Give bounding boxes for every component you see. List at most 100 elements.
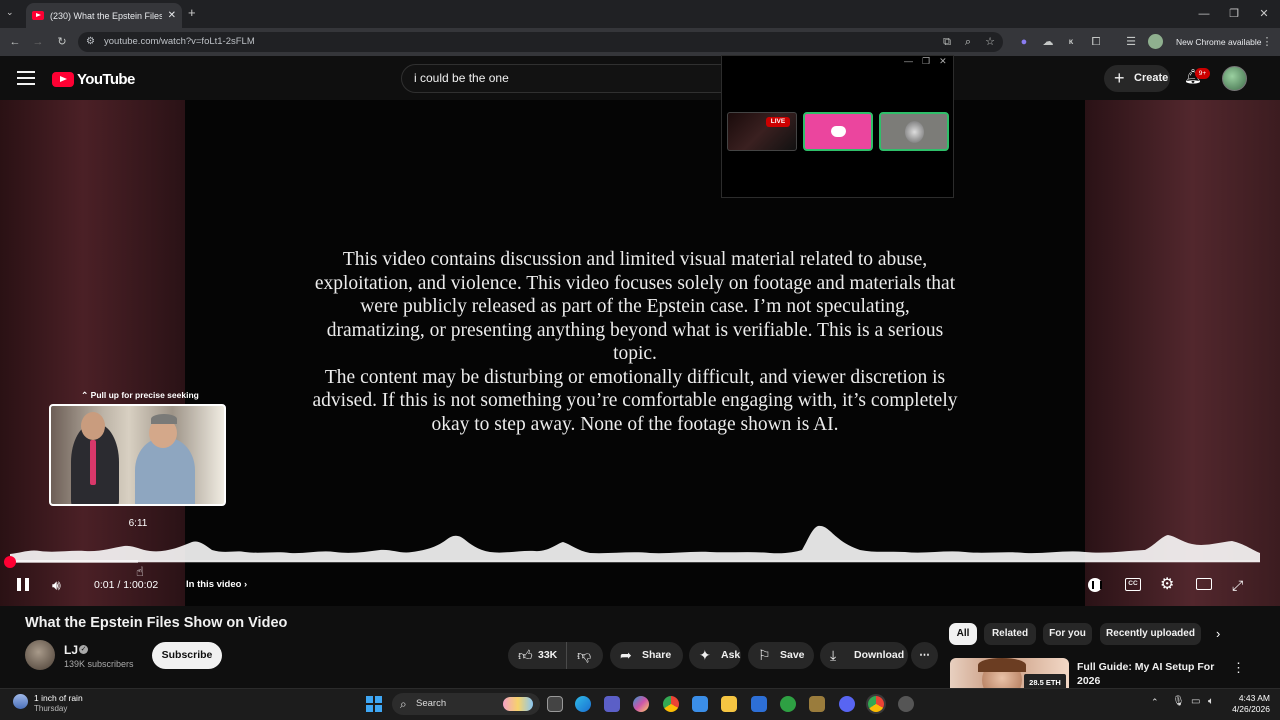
tab-title: (230) What the Epstein Files Show on Vid… [50, 10, 162, 21]
more-actions-button[interactable]: ⋯ [911, 642, 938, 669]
volume-icon[interactable]: 🔊︎ [52, 576, 72, 594]
dislike-button[interactable]: 👎︎ [566, 642, 603, 669]
chip-recently-uploaded[interactable]: Recently uploaded [1100, 623, 1201, 645]
clock-time[interactable]: 4:43 AM [1230, 693, 1270, 703]
extension-letter-icon[interactable]: ĸ [1062, 33, 1080, 51]
weather-summary[interactable]: 1 inch of rain [34, 693, 83, 703]
user-tile[interactable] [879, 112, 949, 151]
chrome-icon[interactable] [663, 696, 679, 712]
task-view-icon[interactable] [547, 696, 563, 712]
discord-tile[interactable] [803, 112, 873, 151]
progress-scrubber[interactable] [4, 556, 16, 568]
share-button[interactable]: ➦ Share [610, 642, 683, 669]
settings-gear-icon[interactable]: ⚙ [1160, 576, 1174, 594]
captions-icon[interactable]: CC [1125, 578, 1141, 591]
browser-tab[interactable]: (230) What the Epstein Files Show on Vid… [26, 3, 182, 28]
search-highlight-icon [503, 697, 533, 711]
extension-cloud-icon[interactable]: ☁ [1039, 33, 1057, 51]
app-c-icon[interactable] [751, 696, 767, 712]
profile-avatar[interactable] [1148, 34, 1163, 49]
like-button[interactable]: 👍︎ 33K [508, 642, 566, 669]
bookmark-star-icon[interactable]: ☆ [981, 33, 999, 51]
extensions-puzzle-icon[interactable]: ⧠ [1087, 33, 1105, 51]
seek-preview-thumbnail [49, 404, 226, 506]
weather-rain-icon[interactable] [13, 694, 28, 709]
maximize-icon[interactable]: ❐ [1220, 4, 1248, 24]
progress-track[interactable] [10, 560, 1260, 563]
notification-count-badge: 9+ [1195, 68, 1210, 79]
chip-related[interactable]: Related [984, 623, 1036, 645]
new-chrome-available[interactable]: New Chrome available [1176, 33, 1262, 51]
chrome-menu-icon[interactable]: ⋮ [1258, 33, 1276, 51]
app-extra-icon[interactable] [898, 696, 914, 712]
windows-start-icon[interactable] [366, 696, 382, 712]
recommendation-menu-icon[interactable]: ⋮ [1232, 660, 1245, 676]
download-button[interactable]: ⤓ Download [820, 642, 908, 669]
youtube-favicon-icon [32, 11, 44, 20]
live-badge: LIVE [766, 117, 790, 127]
reading-list-icon[interactable]: ☰ [1122, 33, 1140, 51]
audio-waveform [10, 525, 1260, 562]
chevron-right-icon[interactable]: › [1216, 626, 1220, 641]
bookmark-icon: ⚐ [758, 647, 771, 663]
channel-name[interactable]: LJ [64, 643, 78, 657]
subscriber-count: 139K subscribers [64, 659, 134, 669]
tray-overflow-icon[interactable]: ⌃ [1151, 697, 1159, 708]
extension-icon[interactable]: ● [1015, 33, 1033, 51]
new-tab-icon[interactable]: + [188, 5, 196, 20]
chip-all[interactable]: All [949, 623, 977, 645]
app-gold-icon[interactable] [809, 696, 825, 712]
theater-mode-icon[interactable] [1196, 578, 1212, 590]
ask-button[interactable]: ✦ Ask [689, 642, 741, 669]
fullscreen-icon[interactable]: ⤢ [1232, 576, 1243, 594]
sparkle-icon: ✦ [699, 647, 711, 663]
forward-icon[interactable]: → [29, 33, 47, 51]
search-input[interactable]: i could be the one [401, 64, 731, 93]
file-explorer-icon[interactable] [721, 696, 737, 712]
save-button[interactable]: ⚐ Save [748, 642, 814, 669]
teams-icon[interactable] [604, 696, 620, 712]
tab-close-icon[interactable]: ✕ [168, 10, 176, 21]
create-button[interactable]: Create [1104, 65, 1170, 92]
autoplay-toggle-icon[interactable] [1088, 578, 1102, 592]
save-label: Save [780, 649, 805, 661]
minimize-icon[interactable]: — [1190, 4, 1218, 24]
edge-icon[interactable] [575, 696, 591, 712]
share-label: Share [642, 649, 672, 661]
back-icon[interactable]: ← [6, 33, 24, 51]
youtube-logo-icon [52, 71, 74, 87]
address-bar[interactable]: ⚙ youtube.com/watch?v=foLt1-2sFLM [78, 32, 1003, 52]
clock-date[interactable]: 4/26/2026 [1225, 704, 1270, 714]
channel-avatar[interactable] [25, 640, 55, 670]
site-info-icon[interactable]: ⚙ [86, 32, 95, 52]
subscribe-button[interactable]: Subscribe [152, 642, 222, 669]
download-arrow-icon: ⤓ [830, 647, 837, 663]
copilot-icon[interactable] [633, 696, 649, 712]
chrome-active-icon[interactable] [868, 696, 884, 712]
close-window-icon[interactable]: ✕ [1250, 4, 1278, 24]
discord-taskbar-icon[interactable] [839, 696, 855, 712]
in-this-video-button[interactable]: In this video › [186, 576, 247, 594]
weather-day: Thursday [34, 704, 68, 713]
zoom-icon[interactable]: ⌕ [959, 33, 977, 51]
xbox-icon[interactable] [780, 696, 796, 712]
recommendation-title[interactable]: Full Guide: My AI Setup For 2026 [1077, 660, 1217, 688]
open-in-app-icon[interactable]: ⧉ [938, 33, 956, 51]
reload-icon[interactable]: ↻ [53, 33, 71, 51]
video-title: What the Epstein Files Show on Video [25, 615, 288, 631]
url-text: youtube.com/watch?v=foLt1-2sFLM [104, 36, 255, 47]
network-icon[interactable]: ▭ [1191, 696, 1200, 707]
pause-icon[interactable] [17, 578, 29, 591]
speaker-icon[interactable]: 🔈︎ [1208, 696, 1214, 707]
youtube-logo[interactable]: YouTube [52, 70, 135, 88]
store-icon[interactable] [692, 696, 708, 712]
account-avatar[interactable] [1222, 66, 1247, 91]
microphone-icon[interactable]: 🎙︎ [1172, 696, 1185, 707]
tab-search-icon[interactable]: ⌄ [6, 7, 14, 18]
chip-for-you[interactable]: For you [1043, 623, 1092, 645]
thumbs-up-icon: 👍︎ [518, 647, 533, 663]
share-arrow-icon: ➦ [620, 647, 632, 663]
hamburger-menu-icon[interactable] [17, 71, 35, 85]
thumbs-down-icon: 👎︎ [577, 647, 592, 663]
overlay-window-controls[interactable]: —❐✕ [904, 56, 956, 67]
